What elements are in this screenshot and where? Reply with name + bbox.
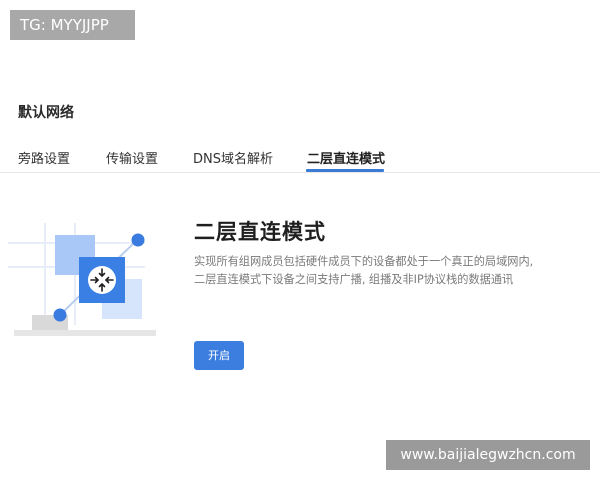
description-line-2: 二层直连模式下设备之间支持广播, 组播及非IP协议栈的数据通讯 bbox=[194, 273, 514, 286]
tab-dns-resolution[interactable]: DNS域名解析 bbox=[193, 148, 273, 167]
description-line-1: 实现所有组网成员包括硬件成员下的设备都处于一个真正的局域网内, bbox=[194, 255, 534, 268]
content-title: 二层直连模式 bbox=[194, 220, 326, 244]
enable-button[interactable]: 开启 bbox=[194, 341, 244, 370]
tab-bar: 旁路设置 传输设置 DNS域名解析 二层直连模式 bbox=[0, 140, 600, 173]
content-description: 实现所有组网成员包括硬件成员下的设备都处于一个真正的局域网内, 二层直连模式下设… bbox=[194, 253, 594, 289]
illustration-dot-top bbox=[131, 233, 145, 247]
tab-transfer-settings[interactable]: 传输设置 bbox=[106, 148, 158, 167]
tg-badge: TG: MYYJJPP bbox=[10, 10, 135, 40]
watermark: www.baijialegwzhcn.com bbox=[386, 440, 590, 470]
illustration-dot-bottom bbox=[53, 308, 67, 322]
tab-layer2-direct-mode[interactable]: 二层直连模式 bbox=[307, 148, 385, 167]
layer2-illustration bbox=[8, 223, 156, 336]
tab-bypass-settings[interactable]: 旁路设置 bbox=[18, 148, 70, 167]
page-title: 默认网络 bbox=[18, 105, 74, 121]
tab-divider bbox=[0, 172, 600, 173]
